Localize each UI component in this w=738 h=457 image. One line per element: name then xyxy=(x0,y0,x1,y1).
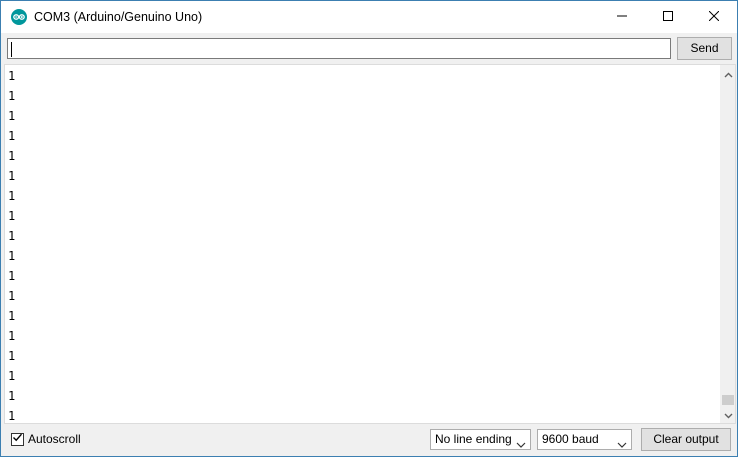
output-line: 1 xyxy=(8,409,16,423)
footer-bar: Autoscroll No line ending 9600 baud Clea… xyxy=(1,424,737,456)
output-line: 1 xyxy=(8,109,16,123)
serial-input[interactable] xyxy=(7,38,671,59)
chevron-down-icon xyxy=(516,436,526,448)
output-line: 1 xyxy=(8,329,16,343)
baud-rate-select[interactable]: 9600 baud xyxy=(537,429,632,450)
output-line: 1 xyxy=(8,389,16,403)
output-line: 1 xyxy=(8,289,16,303)
baud-rate-value: 9600 baud xyxy=(542,432,599,446)
send-row: Send xyxy=(1,33,737,63)
maximize-icon xyxy=(663,10,673,24)
output-line: 1 xyxy=(8,229,16,243)
output-line: 1 xyxy=(8,269,16,283)
output-line: 1 xyxy=(8,69,16,83)
window-title: COM3 (Arduino/Genuino Uno) xyxy=(34,10,203,24)
output-line: 1 xyxy=(8,369,16,383)
line-ending-value: No line ending xyxy=(435,432,512,446)
title-bar: COM3 (Arduino/Genuino Uno) xyxy=(1,1,737,33)
line-ending-select[interactable]: No line ending xyxy=(430,429,531,450)
vertical-scrollbar[interactable] xyxy=(720,65,735,423)
close-button[interactable] xyxy=(691,1,737,33)
serial-output[interactable]: 1 1 1 1 1 1 1 1 1 1 1 1 1 1 1 1 1 1 xyxy=(4,64,736,424)
output-line: 1 xyxy=(8,249,16,263)
output-text: 1 1 1 1 1 1 1 1 1 1 1 1 1 1 1 1 1 1 xyxy=(8,66,716,423)
output-line: 1 xyxy=(8,209,16,223)
scroll-down-button[interactable] xyxy=(720,406,735,423)
scrollbar-thumb[interactable] xyxy=(722,395,734,405)
output-line: 1 xyxy=(8,149,16,163)
text-caret xyxy=(11,42,12,57)
chevron-up-icon xyxy=(724,67,733,81)
checkmark-icon xyxy=(12,432,23,446)
autoscroll-toggle[interactable]: Autoscroll xyxy=(11,432,81,446)
serial-monitor-window: COM3 (Arduino/Genuino Uno) Send 11111111… xyxy=(0,0,738,457)
autoscroll-label: Autoscroll xyxy=(28,432,81,446)
clear-output-button[interactable]: Clear output xyxy=(641,428,731,451)
output-line: 1 xyxy=(8,129,16,143)
output-line: 1 xyxy=(8,89,16,103)
maximize-button[interactable] xyxy=(645,1,691,33)
output-line: 1 xyxy=(8,189,16,203)
chevron-down-icon xyxy=(724,408,733,422)
arduino-icon xyxy=(11,9,27,25)
output-line: 1 xyxy=(8,169,16,183)
minimize-icon xyxy=(617,10,627,24)
scroll-up-button[interactable] xyxy=(720,65,735,82)
minimize-button[interactable] xyxy=(599,1,645,33)
close-icon xyxy=(708,10,720,24)
output-line: 1 xyxy=(8,309,16,323)
chevron-down-icon xyxy=(617,436,627,448)
output-line: 1 xyxy=(8,349,16,363)
send-button[interactable]: Send xyxy=(677,37,732,60)
autoscroll-checkbox[interactable] xyxy=(11,432,24,446)
